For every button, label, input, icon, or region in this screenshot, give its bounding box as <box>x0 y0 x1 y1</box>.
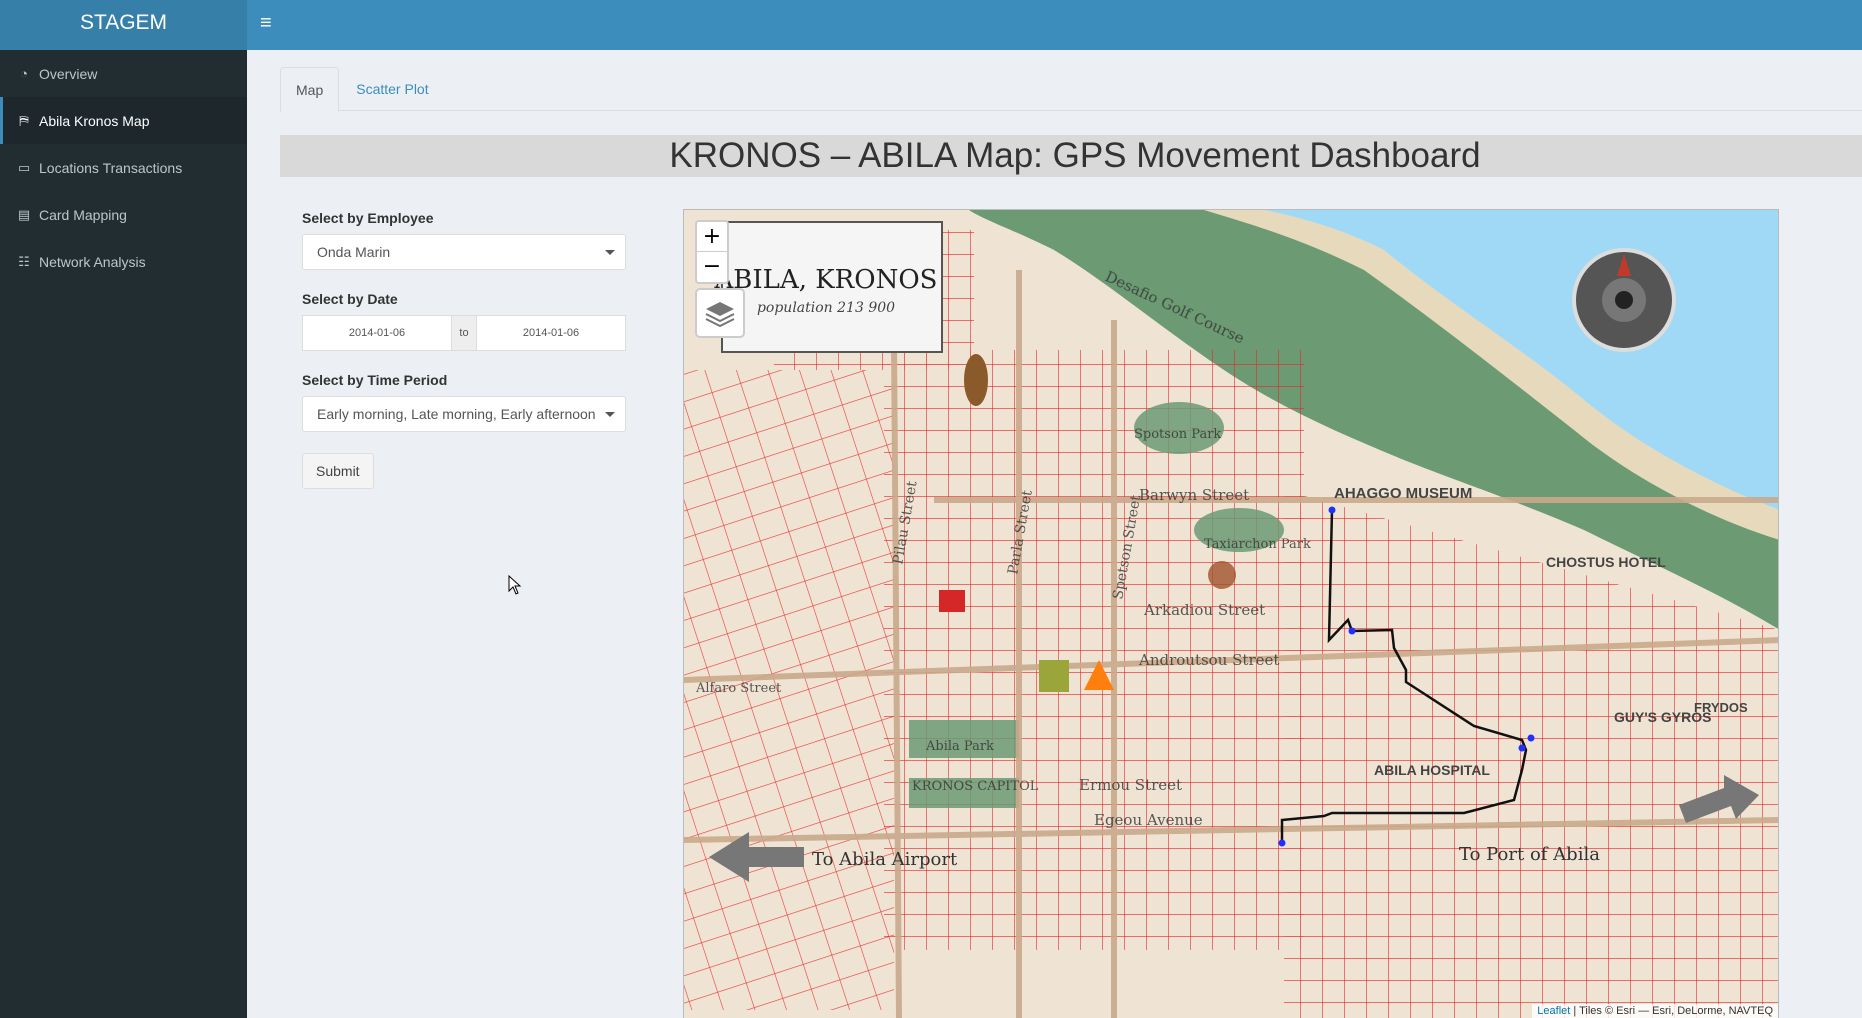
label-abila-hospital: ABILA HOSPITAL <box>1374 762 1490 778</box>
map-marked-icon: ⛿ <box>19 112 29 128</box>
label-to-port-of-abila: To Port of Abila <box>1459 844 1600 865</box>
date-start-input[interactable]: 2014-01-06 <box>302 315 452 351</box>
leaflet-map[interactable]: ABILA, KRONOS population 213 900 Desafio… <box>683 209 1779 1018</box>
date-range-input: 2014-01-06 to 2014-01-06 <box>302 315 626 351</box>
zoom-out-button[interactable]: − <box>697 252 727 282</box>
tab-scatter-plot[interactable]: Scatter Plot <box>341 67 443 111</box>
label-ermou-street: Ermou Street <box>1079 776 1182 794</box>
mouse-cursor-icon <box>508 575 522 595</box>
sidebar-item-network-analysis[interactable]: ☷ Network Analysis <box>0 238 247 285</box>
sidebar-item-locations-transactions[interactable]: ▭ Locations Transactions <box>0 144 247 191</box>
landmark-marker <box>1039 660 1069 692</box>
sidebar: ◔ Overview ⛿ Abila Kronos Map ▭ Location… <box>0 50 247 1018</box>
money-bill-icon: ▭ <box>17 159 31 175</box>
top-navbar: ≡ <box>247 0 1862 50</box>
label-frydos: FRYDOS <box>1694 700 1748 715</box>
sidebar-item-card-mapping[interactable]: ▤ Card Mapping <box>0 191 247 238</box>
label-chostus-hotel: CHOSTUS HOTEL <box>1546 554 1666 570</box>
layers-control[interactable] <box>695 288 745 338</box>
employee-label: Select by Employee <box>302 210 434 226</box>
label-abila-park: Abila Park <box>925 739 994 754</box>
time-period-label: Select by Time Period <box>302 372 448 388</box>
map-attribution: Leaflet | Tiles © Esri — Esri, DeLorme, … <box>1532 1004 1778 1018</box>
sidebar-item-label: Locations Transactions <box>39 159 183 176</box>
city-title: ABILA, KRONOS <box>714 265 938 295</box>
label-egeou-avenue: Egeou Avenue <box>1094 811 1203 829</box>
caret-down-icon <box>605 250 615 255</box>
date-label: Select by Date <box>302 291 398 307</box>
tab-bar: Map Scatter Plot <box>280 67 1862 112</box>
label-ahaggo-museum: AHAGGO MUSEUM <box>1334 485 1472 502</box>
attribution-text: | Tiles © Esri — Esri, DeLorme, NAVTEQ <box>1570 1005 1773 1017</box>
compass-rose-icon <box>1572 248 1676 352</box>
label-taxiarchon-park: Taxiarchon Park <box>1204 537 1311 552</box>
page-title: KRONOS – ABILA Map: GPS Movement Dashboa… <box>280 135 1862 177</box>
label-arkadiou-street: Arkadiou Street <box>1143 601 1265 619</box>
label-alfaro-street: Alfaro Street <box>695 681 782 696</box>
credit-card-icon: ▤ <box>17 206 31 222</box>
label-spotson-park: Spotson Park <box>1134 427 1221 442</box>
hamburger-icon[interactable]: ≡ <box>260 13 280 33</box>
time-period-select[interactable]: Early morning, Late morning, Early after… <box>302 396 626 432</box>
map-tile-layer[interactable]: ABILA, KRONOS population 213 900 Desafio… <box>684 210 1779 1018</box>
zoom-control: + − <box>695 220 729 284</box>
landmark-marker <box>964 354 988 406</box>
city-subtitle: population 213 900 <box>757 300 895 316</box>
employee-select[interactable]: Onda Marin <box>302 234 626 270</box>
app-brand[interactable]: STAGEM <box>0 0 247 50</box>
landmark-marker <box>1208 561 1236 589</box>
landmark-marker <box>939 590 965 612</box>
label-to-abila-airport: To Abila Airport <box>812 849 958 870</box>
label-barwyn-street: Barwyn Street <box>1139 486 1249 504</box>
layers-icon <box>705 302 735 328</box>
sidebar-item-label: Card Mapping <box>39 206 127 223</box>
label-kronos-capitol: KRONOS CAPITOL <box>912 779 1039 794</box>
time-period-select-value: Early morning, Late morning, Early after… <box>317 406 596 422</box>
filter-panel: Select by Employee Onda Marin Select by … <box>302 210 632 489</box>
sidebar-item-label: Abila Kronos Map <box>39 112 150 129</box>
leaflet-link[interactable]: Leaflet <box>1537 1005 1570 1017</box>
sidebar-item-abila-kronos-map[interactable]: ⛿ Abila Kronos Map <box>0 97 247 144</box>
submit-button[interactable]: Submit <box>302 453 374 489</box>
tab-map[interactable]: Map <box>280 67 340 112</box>
sitemap-icon: ☷ <box>18 253 30 269</box>
dashboard-icon: ◔ <box>20 66 28 81</box>
sidebar-item-label: Overview <box>39 65 98 82</box>
label-androutsou-street: Androutsou Street <box>1138 651 1279 669</box>
date-end-input[interactable]: 2014-01-06 <box>476 315 626 351</box>
main-content: Map Scatter Plot KRONOS – ABILA Map: GPS… <box>247 50 1862 1018</box>
sidebar-item-overview[interactable]: ◔ Overview <box>0 50 247 97</box>
city-title-card: ABILA, KRONOS population 213 900 <box>714 221 943 353</box>
date-separator: to <box>452 315 476 351</box>
caret-down-icon <box>605 412 615 417</box>
zoom-in-button[interactable]: + <box>697 222 727 252</box>
employee-select-value: Onda Marin <box>317 244 391 260</box>
sidebar-item-label: Network Analysis <box>39 253 146 270</box>
